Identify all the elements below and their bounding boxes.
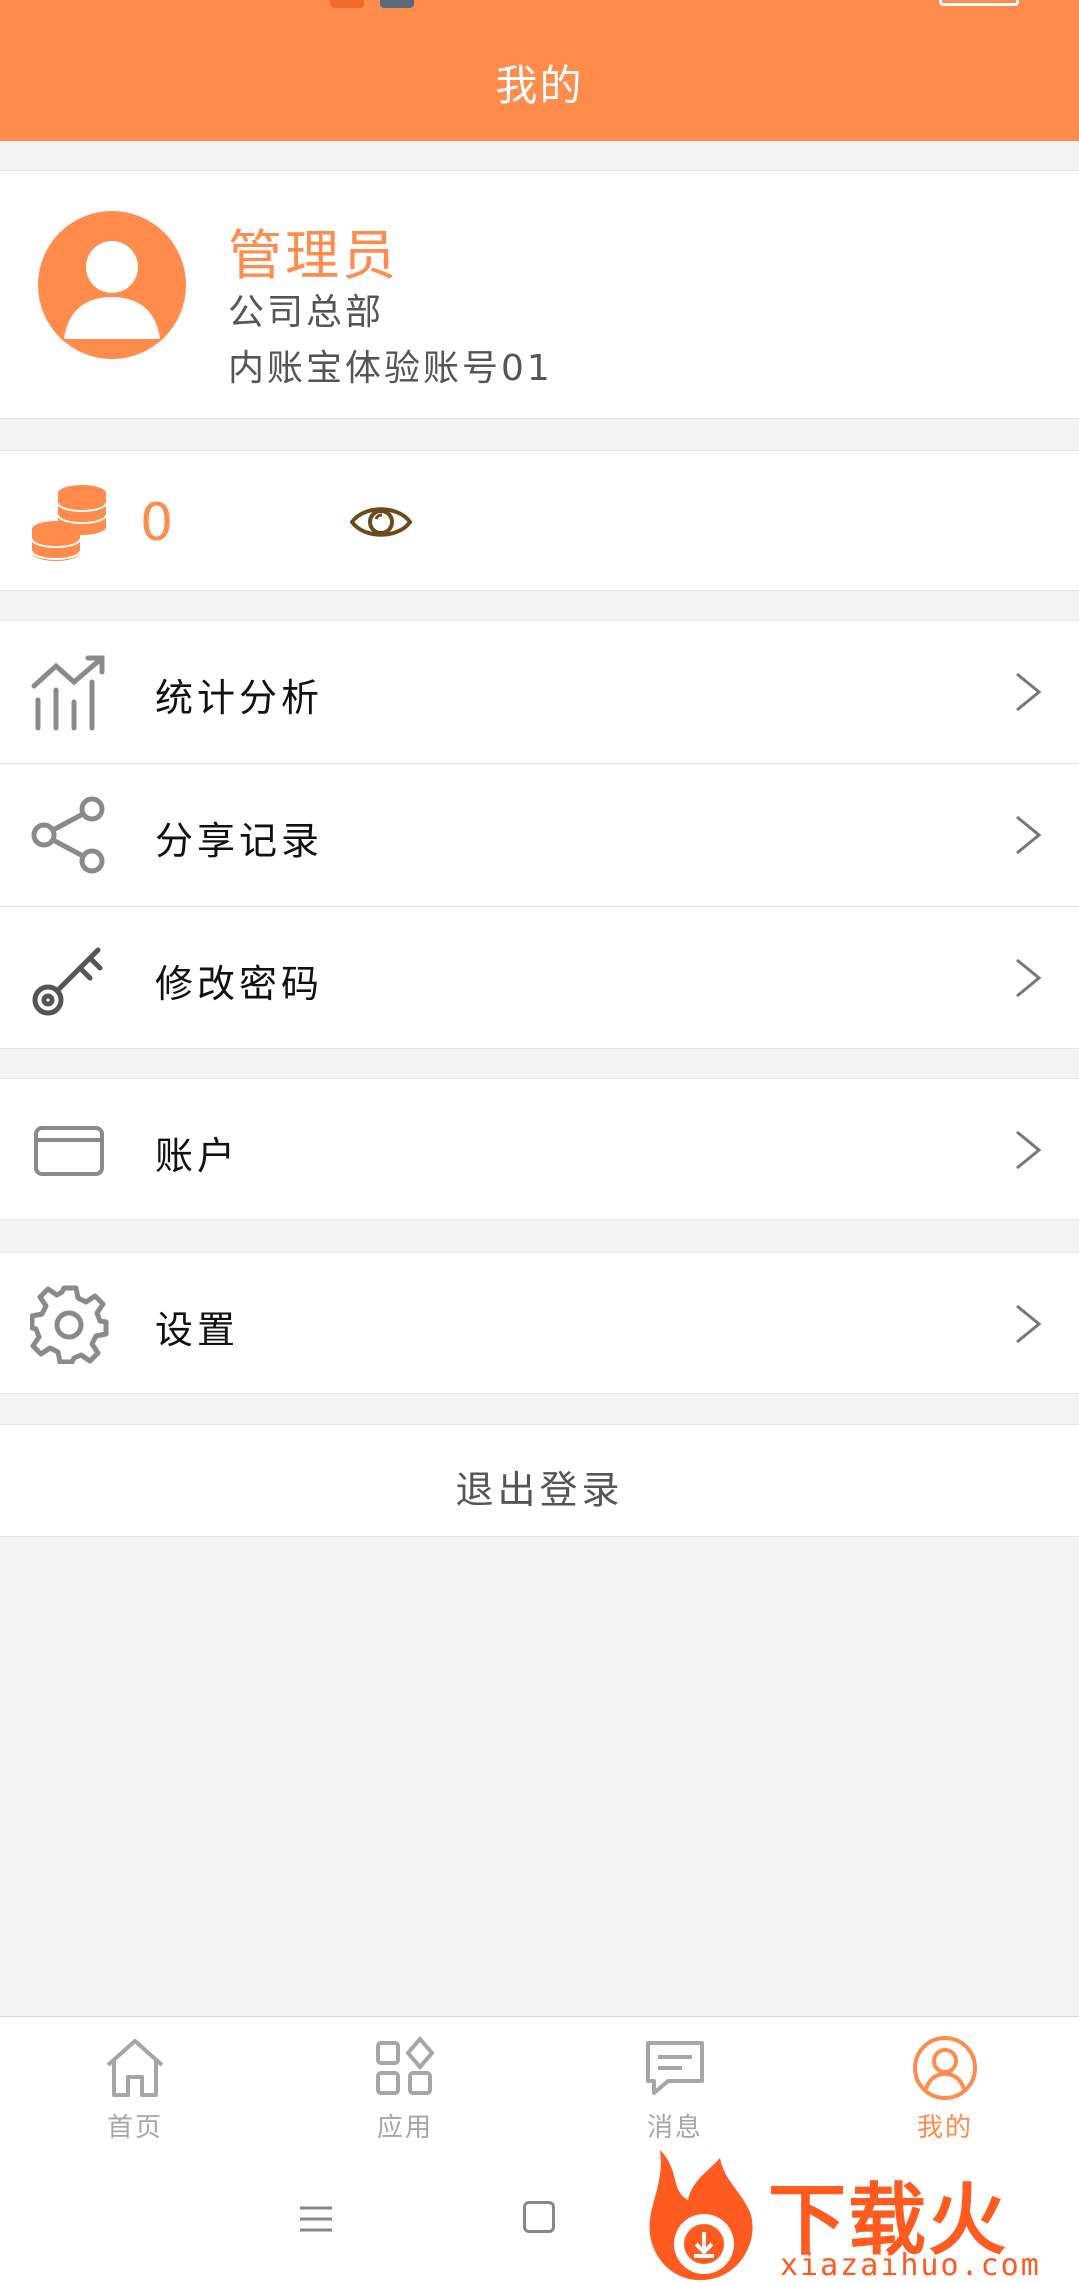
menu-label: 统计分析 xyxy=(155,676,324,720)
home-icon xyxy=(106,2039,164,2097)
bottom-tab-bar: 首页 应用 消息 我的 xyxy=(0,2016,1079,2154)
chevron-right-icon xyxy=(1016,672,1042,712)
gear-icon xyxy=(30,1285,109,1364)
flame-logo-icon xyxy=(649,2150,753,2281)
app-header: 我的 xyxy=(0,0,1079,141)
menu-item-share-records[interactable]: 分享记录 xyxy=(0,764,1079,906)
menu-label: 修改密码 xyxy=(155,962,324,1006)
menu-group: 设置 xyxy=(0,1252,1079,1394)
eye-icon[interactable] xyxy=(350,499,412,545)
watermark: 下载火 xiazaihuo.com xyxy=(640,2140,1079,2283)
profile-name: 管理员 xyxy=(228,224,399,287)
home-button-icon[interactable] xyxy=(523,2201,555,2233)
menu-label: 设置 xyxy=(155,1308,240,1352)
profile-card[interactable]: 管理员 公司总部 内账宝体验账号01 xyxy=(0,170,1079,419)
menu-item-statistics[interactable]: 统计分析 xyxy=(0,621,1079,763)
menu-item-change-password[interactable]: 修改密码 xyxy=(0,907,1079,1049)
status-bar xyxy=(0,0,1079,14)
tab-label: 消息 xyxy=(646,2113,703,2143)
user-icon xyxy=(913,2036,977,2100)
watermark-url: xiazaihuo.com xyxy=(780,2248,1041,2283)
chevron-right-icon xyxy=(1016,958,1042,998)
message-icon xyxy=(646,2041,704,2095)
tab-label: 我的 xyxy=(916,2113,973,2143)
battery-icon xyxy=(939,0,1019,6)
menu-group: 账户 xyxy=(0,1078,1079,1220)
apps-icon xyxy=(376,2035,435,2095)
menu-icon[interactable] xyxy=(298,2204,334,2234)
share-icon xyxy=(31,796,105,874)
tab-home[interactable]: 首页 xyxy=(0,2017,270,2155)
card-icon xyxy=(34,1126,104,1176)
tab-me[interactable]: 我的 xyxy=(810,2017,1079,2155)
profile-account: 内账宝体验账号01 xyxy=(228,348,553,389)
coins-card: 0 xyxy=(0,450,1079,591)
logout-label: 退出登录 xyxy=(455,1468,624,1512)
avatar[interactable] xyxy=(38,211,186,359)
user-avatar-icon xyxy=(64,241,160,339)
menu-group: 统计分析 分享记录 修改密码 xyxy=(0,620,1079,1049)
key-icon xyxy=(32,947,103,1016)
page-title: 我的 xyxy=(495,61,584,110)
menu-item-account[interactable]: 账户 xyxy=(0,1079,1079,1221)
chevron-right-icon xyxy=(1016,1304,1042,1344)
tab-apps[interactable]: 应用 xyxy=(270,2017,540,2155)
menu-item-settings[interactable]: 设置 xyxy=(0,1253,1079,1395)
tab-messages[interactable]: 消息 xyxy=(540,2017,810,2155)
coins-icon xyxy=(32,485,107,561)
chevron-right-icon xyxy=(1016,1130,1042,1170)
logout-button[interactable]: 退出登录 xyxy=(0,1424,1079,1537)
notification-icon xyxy=(380,0,414,8)
tab-label: 应用 xyxy=(376,2113,433,2143)
menu-label: 分享记录 xyxy=(155,819,324,863)
coin-balance: 0 xyxy=(140,493,174,553)
profile-department: 公司总部 xyxy=(228,292,385,333)
chevron-right-icon xyxy=(1016,815,1042,855)
notification-icon xyxy=(330,0,364,8)
tab-label: 首页 xyxy=(106,2113,163,2143)
chart-icon xyxy=(31,655,105,731)
menu-label: 账户 xyxy=(155,1134,240,1178)
